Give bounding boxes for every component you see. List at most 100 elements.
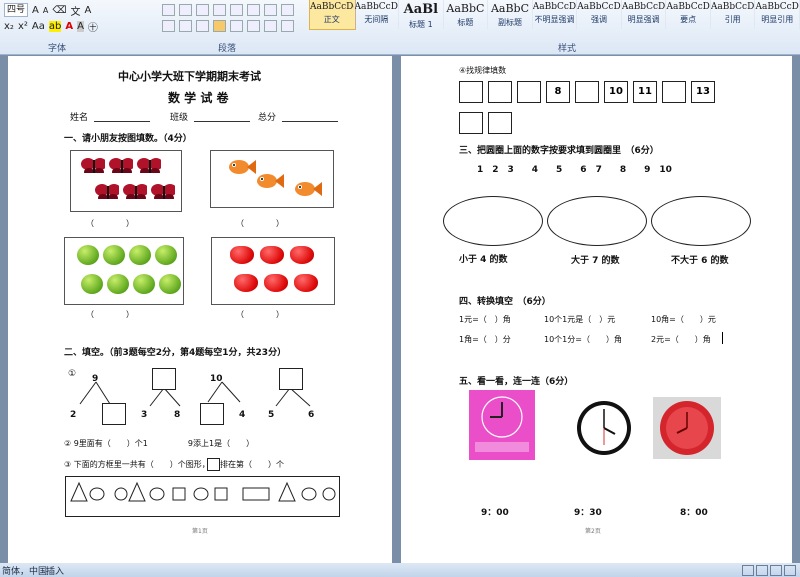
- language-status[interactable]: 简体，中国: [2, 564, 47, 577]
- fish-icon: [295, 182, 322, 196]
- answer-circle[interactable]: [547, 196, 647, 246]
- answer-box[interactable]: [102, 403, 126, 425]
- tree-number: 2: [70, 410, 77, 420]
- superscript-icon[interactable]: x²: [18, 21, 28, 32]
- style-item[interactable]: AaBbCcDd 引用: [711, 0, 756, 29]
- sequence-box[interactable]: [459, 81, 483, 103]
- full-screen-icon[interactable]: [756, 565, 768, 576]
- decrease-indent-icon[interactable]: [213, 4, 226, 16]
- style-item[interactable]: AaBl 标题 1: [399, 0, 444, 29]
- align-center-icon[interactable]: [179, 20, 192, 32]
- shrink-font-icon[interactable]: A: [43, 6, 48, 15]
- answer-box[interactable]: [152, 368, 176, 390]
- style-item[interactable]: AaBbCcDd 无间隔: [355, 0, 400, 29]
- style-item[interactable]: AaBbCcDd 正文: [309, 0, 356, 30]
- sequence-box[interactable]: [575, 81, 599, 103]
- butterfly-icon: [81, 158, 105, 173]
- answer-circle[interactable]: [443, 196, 543, 246]
- apple-icon: [159, 274, 181, 294]
- tree-number: 10: [210, 374, 223, 384]
- answer-paren[interactable]: （ ）: [86, 218, 134, 229]
- align-left-icon[interactable]: [162, 20, 175, 32]
- distribute-icon[interactable]: [230, 20, 243, 32]
- style-sample: AaBbCcDd: [621, 2, 667, 12]
- justify-icon[interactable]: [213, 20, 226, 32]
- show-marks-icon[interactable]: [281, 4, 294, 16]
- answer-paren[interactable]: （ ）: [236, 309, 284, 320]
- name-field[interactable]: [94, 121, 150, 122]
- style-sample: AaBbC: [446, 2, 485, 15]
- sequence-box[interactable]: [517, 81, 541, 103]
- outline-icon[interactable]: [784, 565, 796, 576]
- insert-mode-status[interactable]: 插入: [46, 564, 64, 577]
- char-border-icon[interactable]: A: [84, 5, 91, 16]
- highlight-icon[interactable]: ab: [48, 20, 62, 32]
- style-sample: AaBbCcDd: [310, 2, 355, 12]
- align-right-icon[interactable]: [196, 20, 209, 32]
- answer-circle[interactable]: [651, 196, 751, 246]
- style-name: 明显强调: [627, 15, 660, 24]
- borders-icon[interactable]: [281, 20, 294, 32]
- bullets-icon[interactable]: [162, 4, 175, 16]
- answer-paren[interactable]: （ ）: [86, 309, 134, 320]
- page-2[interactable]: ④找规律填数 8 10 11 13 三、把圆圈上面的数字按要求填到圆圈里 （6分） 1…: [401, 56, 792, 563]
- sequence-box[interactable]: [488, 112, 512, 134]
- sequence-box[interactable]: 8: [546, 81, 570, 103]
- paragraph-group-label: 段落: [218, 44, 237, 54]
- style-sample: AaBbC: [490, 2, 529, 15]
- shapes-box: [65, 476, 340, 517]
- answer-box[interactable]: [200, 403, 224, 425]
- style-item[interactable]: AaBbCcD 要点: [666, 0, 711, 29]
- phonetic-icon[interactable]: 文: [70, 3, 80, 18]
- subscript-icon[interactable]: x₂: [4, 21, 14, 32]
- butterfly-icon: [137, 158, 161, 173]
- grow-font-icon[interactable]: A: [32, 5, 39, 16]
- style-sample: AaBbCcD: [666, 2, 710, 12]
- tree-number: 4: [239, 410, 246, 420]
- font-group: 四号 A A ⌫ 文 A x₂ x² Aa ab A A ㊉: [0, 0, 156, 40]
- convert-item: 10个1元是（ ）元: [544, 315, 616, 324]
- pepper-icon: [264, 274, 288, 292]
- sequence-box[interactable]: 13: [691, 81, 715, 103]
- sequence-box[interactable]: [459, 112, 483, 134]
- page-1[interactable]: 中心小学大班下学期期末考试 数 学 试 卷 姓名 班级 总分 一、请小朋友按图填…: [8, 56, 392, 563]
- style-item[interactable]: AaBbC 标题: [444, 0, 489, 29]
- style-item[interactable]: AaBbCcDd 强调: [577, 0, 622, 29]
- time-label: 8：00: [680, 508, 708, 518]
- sort-icon[interactable]: [264, 4, 277, 16]
- question-1-heading: 一、请小朋友按图填数。（4分）: [64, 134, 192, 144]
- style-item[interactable]: AaBbC 副标题: [488, 0, 533, 29]
- style-item[interactable]: AaBbCcDd 明显引用: [755, 0, 800, 29]
- style-name: 标题 1: [409, 20, 433, 29]
- enclose-icon[interactable]: ㊉: [88, 19, 98, 34]
- pepper-icon: [294, 274, 318, 292]
- numbers-row: 1 2 3 4 5 6 7 8 9 10: [477, 165, 672, 175]
- font-color-icon[interactable]: A: [65, 21, 73, 32]
- sequence-box[interactable]: 10: [604, 81, 628, 103]
- increase-indent-icon[interactable]: [230, 4, 243, 16]
- multilevel-icon[interactable]: [196, 4, 209, 16]
- print-layout-icon[interactable]: [742, 565, 754, 576]
- item-4-text: ④找规律填数: [459, 66, 507, 75]
- chinese-layout-icon[interactable]: [247, 4, 260, 16]
- style-item[interactable]: AaBbCcDd 不明显强调: [533, 0, 578, 29]
- answer-paren[interactable]: （ ）: [236, 218, 284, 229]
- font-size-select[interactable]: 四号: [4, 3, 29, 17]
- sequence-box[interactable]: [488, 81, 512, 103]
- numbering-icon[interactable]: [179, 4, 192, 16]
- web-layout-icon[interactable]: [770, 565, 782, 576]
- change-case-icon[interactable]: Aa: [32, 21, 45, 32]
- line-spacing-icon[interactable]: [247, 20, 260, 32]
- class-field[interactable]: [194, 121, 250, 122]
- score-field[interactable]: [282, 121, 338, 122]
- char-shading-icon[interactable]: A: [77, 20, 84, 32]
- sequence-box[interactable]: 11: [633, 81, 657, 103]
- item-2-text: ② 9里面有（ ）个1 9添上1是（ ）: [64, 439, 255, 448]
- style-item[interactable]: AaBbCcDd 明显强调: [622, 0, 667, 29]
- sequence-box[interactable]: [662, 81, 686, 103]
- score-label: 总分: [258, 113, 277, 123]
- butterfly-icon: [123, 184, 147, 199]
- clear-format-icon[interactable]: ⌫: [52, 5, 66, 16]
- shading-icon[interactable]: [264, 20, 277, 32]
- answer-box[interactable]: [279, 368, 303, 390]
